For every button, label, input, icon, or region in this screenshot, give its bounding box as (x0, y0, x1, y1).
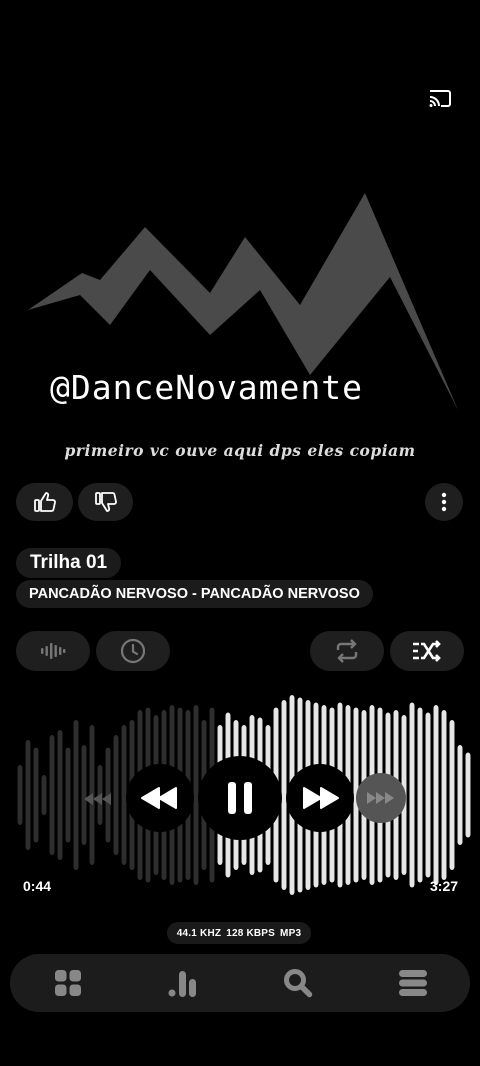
waveform-bar (433, 705, 439, 885)
elapsed-time: 0:44 (23, 878, 52, 894)
bitrate: 128 KBPS (226, 927, 276, 939)
more-vertical-icon (441, 492, 447, 512)
thumbs-down-icon (94, 492, 117, 512)
fast-forward-icon (303, 787, 339, 809)
shuffle-button[interactable] (390, 631, 464, 671)
waveform-bar (49, 735, 55, 855)
menu-icon (399, 970, 427, 996)
waveform-bar (25, 740, 31, 850)
more-options-button[interactable] (425, 483, 463, 521)
rewind-ghost-icon (84, 793, 111, 805)
next-hint (356, 773, 406, 823)
audio-quality-badge: 44.1 KHZ 128 KBPS MP3 (167, 922, 311, 944)
forward-ghost-icon (367, 792, 394, 804)
pause-button[interactable] (198, 756, 282, 840)
clock-icon (120, 638, 146, 664)
bar-chart-icon (168, 971, 196, 997)
rewind-icon (141, 787, 177, 809)
nav-stats[interactable] (163, 963, 203, 1003)
shuffle-icon (413, 640, 441, 662)
waveform-bar (441, 710, 447, 880)
pause-icon (228, 782, 252, 814)
rewind-button[interactable] (126, 764, 194, 832)
previous-hint (78, 785, 118, 813)
cast-button[interactable] (428, 88, 452, 108)
waveform-bar (33, 747, 39, 843)
fast-forward-button[interactable] (286, 764, 354, 832)
repeat-button[interactable] (310, 631, 384, 671)
nav-search[interactable] (278, 963, 318, 1003)
audio-wave-icon (41, 643, 66, 659)
cast-icon (429, 90, 451, 107)
dislike-button[interactable] (78, 483, 133, 521)
total-duration: 3:27 (430, 878, 459, 894)
brand-logo: @DanceNovamente (50, 368, 364, 407)
sample-rate: 44.1 KHZ (176, 927, 222, 939)
album-art (28, 193, 458, 410)
nav-library[interactable] (393, 963, 433, 1003)
like-button[interactable] (16, 483, 73, 521)
waveform-bar (425, 712, 431, 878)
waveform-bar (417, 707, 423, 883)
sleep-timer-button[interactable] (96, 631, 170, 671)
waveform-bar (57, 730, 63, 860)
tagline: primeiro vc ouve aqui dps eles copiam (64, 441, 416, 460)
waveform-bar (41, 775, 47, 815)
thumbs-up-icon (33, 492, 56, 512)
grid-icon (55, 970, 81, 996)
track-title: Trilha 01 (16, 548, 122, 578)
format: MP3 (280, 927, 302, 939)
repeat-icon (336, 639, 358, 663)
search-icon (284, 969, 313, 998)
waveform-bar (17, 765, 23, 825)
waveform-bar (457, 745, 463, 845)
waveform-bar (449, 720, 455, 870)
waveform-bar (465, 752, 471, 838)
waveform-bar (409, 702, 415, 888)
equalizer-button[interactable] (16, 631, 90, 671)
nav-home[interactable] (48, 963, 88, 1003)
track-artist: PANCADÃO NERVOSO - PANCADÃO NERVOSO (16, 580, 373, 608)
waveform-bar (65, 747, 71, 843)
